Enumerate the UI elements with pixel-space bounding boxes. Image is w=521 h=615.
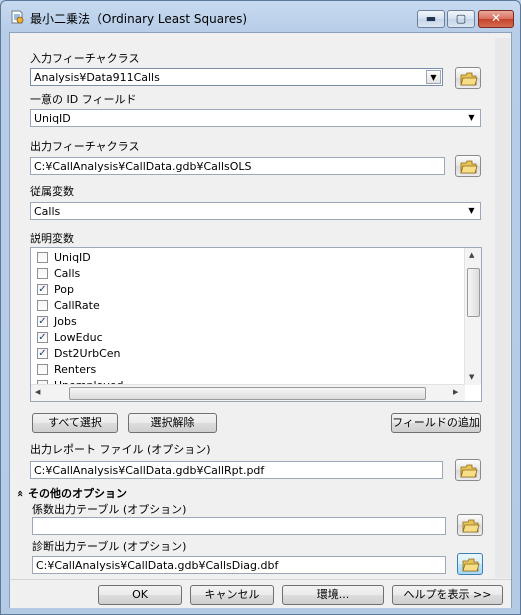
list-item-label: Renters [54,363,97,376]
add-field-button[interactable]: フィールドの追加 [391,413,481,433]
coefficient-output-table-label: 係数出力テーブル (オプション) [32,503,187,516]
checkbox[interactable] [37,268,48,279]
list-horizontal-scrollbar[interactable]: ◀ ▶ [31,384,465,401]
checkbox[interactable]: ✓ [37,348,48,359]
close-icon: ✕ [490,11,502,25]
chevron-down-icon[interactable]: ▼ [464,111,479,125]
diagnostic-output-table-label: 診断出力テーブル (オプション) [32,540,187,553]
scrollbar-thumb[interactable] [69,387,426,400]
list-item-label: Pop [54,283,74,296]
checkbox[interactable]: ✓ [37,332,48,343]
dependent-variable-value: Calls [34,205,61,218]
output-report-file-label: 出力レポート ファイル (オプション) [30,443,211,456]
list-item-label: UniqID [54,251,91,264]
other-options-label: その他のオプション [27,487,127,500]
title-bar[interactable]: 最小二乗法（Ordinary Least Squares) ▬ ▢ ✕ [1,1,520,33]
unselect-all-button[interactable]: 選択解除 [128,413,217,433]
open-folder-icon [460,464,478,478]
list-item-label: Dst2UrbCen [54,347,121,360]
checkbox[interactable] [37,252,48,263]
scroll-up-icon[interactable]: ▲ [469,251,474,259]
select-all-button[interactable]: すべて選択 [32,413,118,433]
list-item-label: CallRate [54,299,100,312]
dependent-variable-combo[interactable]: Calls ▼ [30,202,481,220]
checkbox[interactable]: ✓ [37,316,48,327]
checkbox[interactable]: ✓ [37,284,48,295]
input-feature-class-browse-button[interactable] [455,67,481,89]
maximize-button[interactable]: ▢ [447,10,475,28]
collapse-chevron-icon: « [14,489,28,498]
unique-id-field-combo[interactable]: UniqID ▼ [30,109,481,127]
scroll-right-icon[interactable]: ▶ [453,388,458,396]
input-feature-class-combo[interactable]: Analysis¥Data911Calls ▼ [30,68,443,86]
cancel-button[interactable]: キャンセル [190,585,274,605]
script-tool-icon [9,9,25,25]
show-help-button[interactable]: ヘルプを表示 >> [392,585,503,605]
output-report-file-value: C:¥CallAnalysis¥CallData.gdb¥CallRpt.pdf [34,464,265,477]
unique-id-field-value: UniqID [34,112,71,125]
coefficient-output-table-browse-button[interactable] [457,514,483,536]
panel-scrollbar[interactable] [495,38,510,578]
other-options-toggle[interactable]: « その他のオプション [14,485,127,501]
dependent-variable-label: 従属変数 [30,185,74,198]
minimize-icon: ▬ [425,12,437,25]
chevron-down-icon[interactable]: ▼ [426,70,441,84]
close-button[interactable]: ✕ [478,10,514,28]
chevron-down-icon[interactable]: ▼ [464,204,479,218]
output-feature-class-browse-button[interactable] [455,155,481,177]
open-folder-icon [460,72,478,86]
checkbox[interactable] [37,364,48,375]
list-item-label: Calls [54,267,81,280]
tool-dialog-window: 最小二乗法（Ordinary Least Squares) ▬ ▢ ✕ 入力フィ… [0,0,521,615]
scrollbar-thumb[interactable] [467,268,480,317]
list-vertical-scrollbar[interactable]: ▲ ▼ [464,248,481,385]
list-item-label: Jobs [54,315,77,328]
diagnostic-output-table-input[interactable]: C:¥CallAnalysis¥CallData.gdb¥CallsDiag.d… [32,556,446,574]
scroll-left-icon[interactable]: ◀ [35,388,40,396]
output-feature-class-label: 出力フィーチャクラス [30,140,140,153]
open-folder-icon [462,558,480,572]
environments-button[interactable]: 環境... [282,585,384,605]
output-report-file-input[interactable]: C:¥CallAnalysis¥CallData.gdb¥CallRpt.pdf [30,461,443,479]
minimize-button[interactable]: ▬ [417,10,445,28]
unique-id-field-label: 一意の ID フィールド [30,93,137,106]
open-folder-icon [460,160,478,174]
explanatory-variables-list[interactable]: UniqID Calls ✓ Pop CallRate ✓ Jobs ✓ LowEdu… [30,247,482,402]
maximize-icon: ▢ [455,12,467,25]
output-report-file-browse-button[interactable] [455,459,481,481]
open-folder-icon [462,519,480,533]
list-item-label: LowEduc [54,331,103,344]
output-feature-class-value: C:¥CallAnalysis¥CallData.gdb¥CallsOLS [34,160,252,173]
coefficient-output-table-input[interactable] [32,517,446,535]
window-title: 最小二乗法（Ordinary Least Squares) [30,12,248,26]
input-feature-class-value: Analysis¥Data911Calls [34,71,160,84]
ok-button[interactable]: OK [98,585,182,605]
output-feature-class-input[interactable]: C:¥CallAnalysis¥CallData.gdb¥CallsOLS [30,157,445,175]
input-feature-class-label: 入力フィーチャクラス [30,52,140,65]
diagnostic-output-table-browse-button[interactable] [457,553,483,575]
diagnostic-output-table-value: C:¥CallAnalysis¥CallData.gdb¥CallsDiag.d… [36,559,279,572]
checkbox[interactable] [37,300,48,311]
explanatory-variables-label: 説明変数 [30,232,74,245]
scroll-down-icon[interactable]: ▼ [469,373,474,381]
